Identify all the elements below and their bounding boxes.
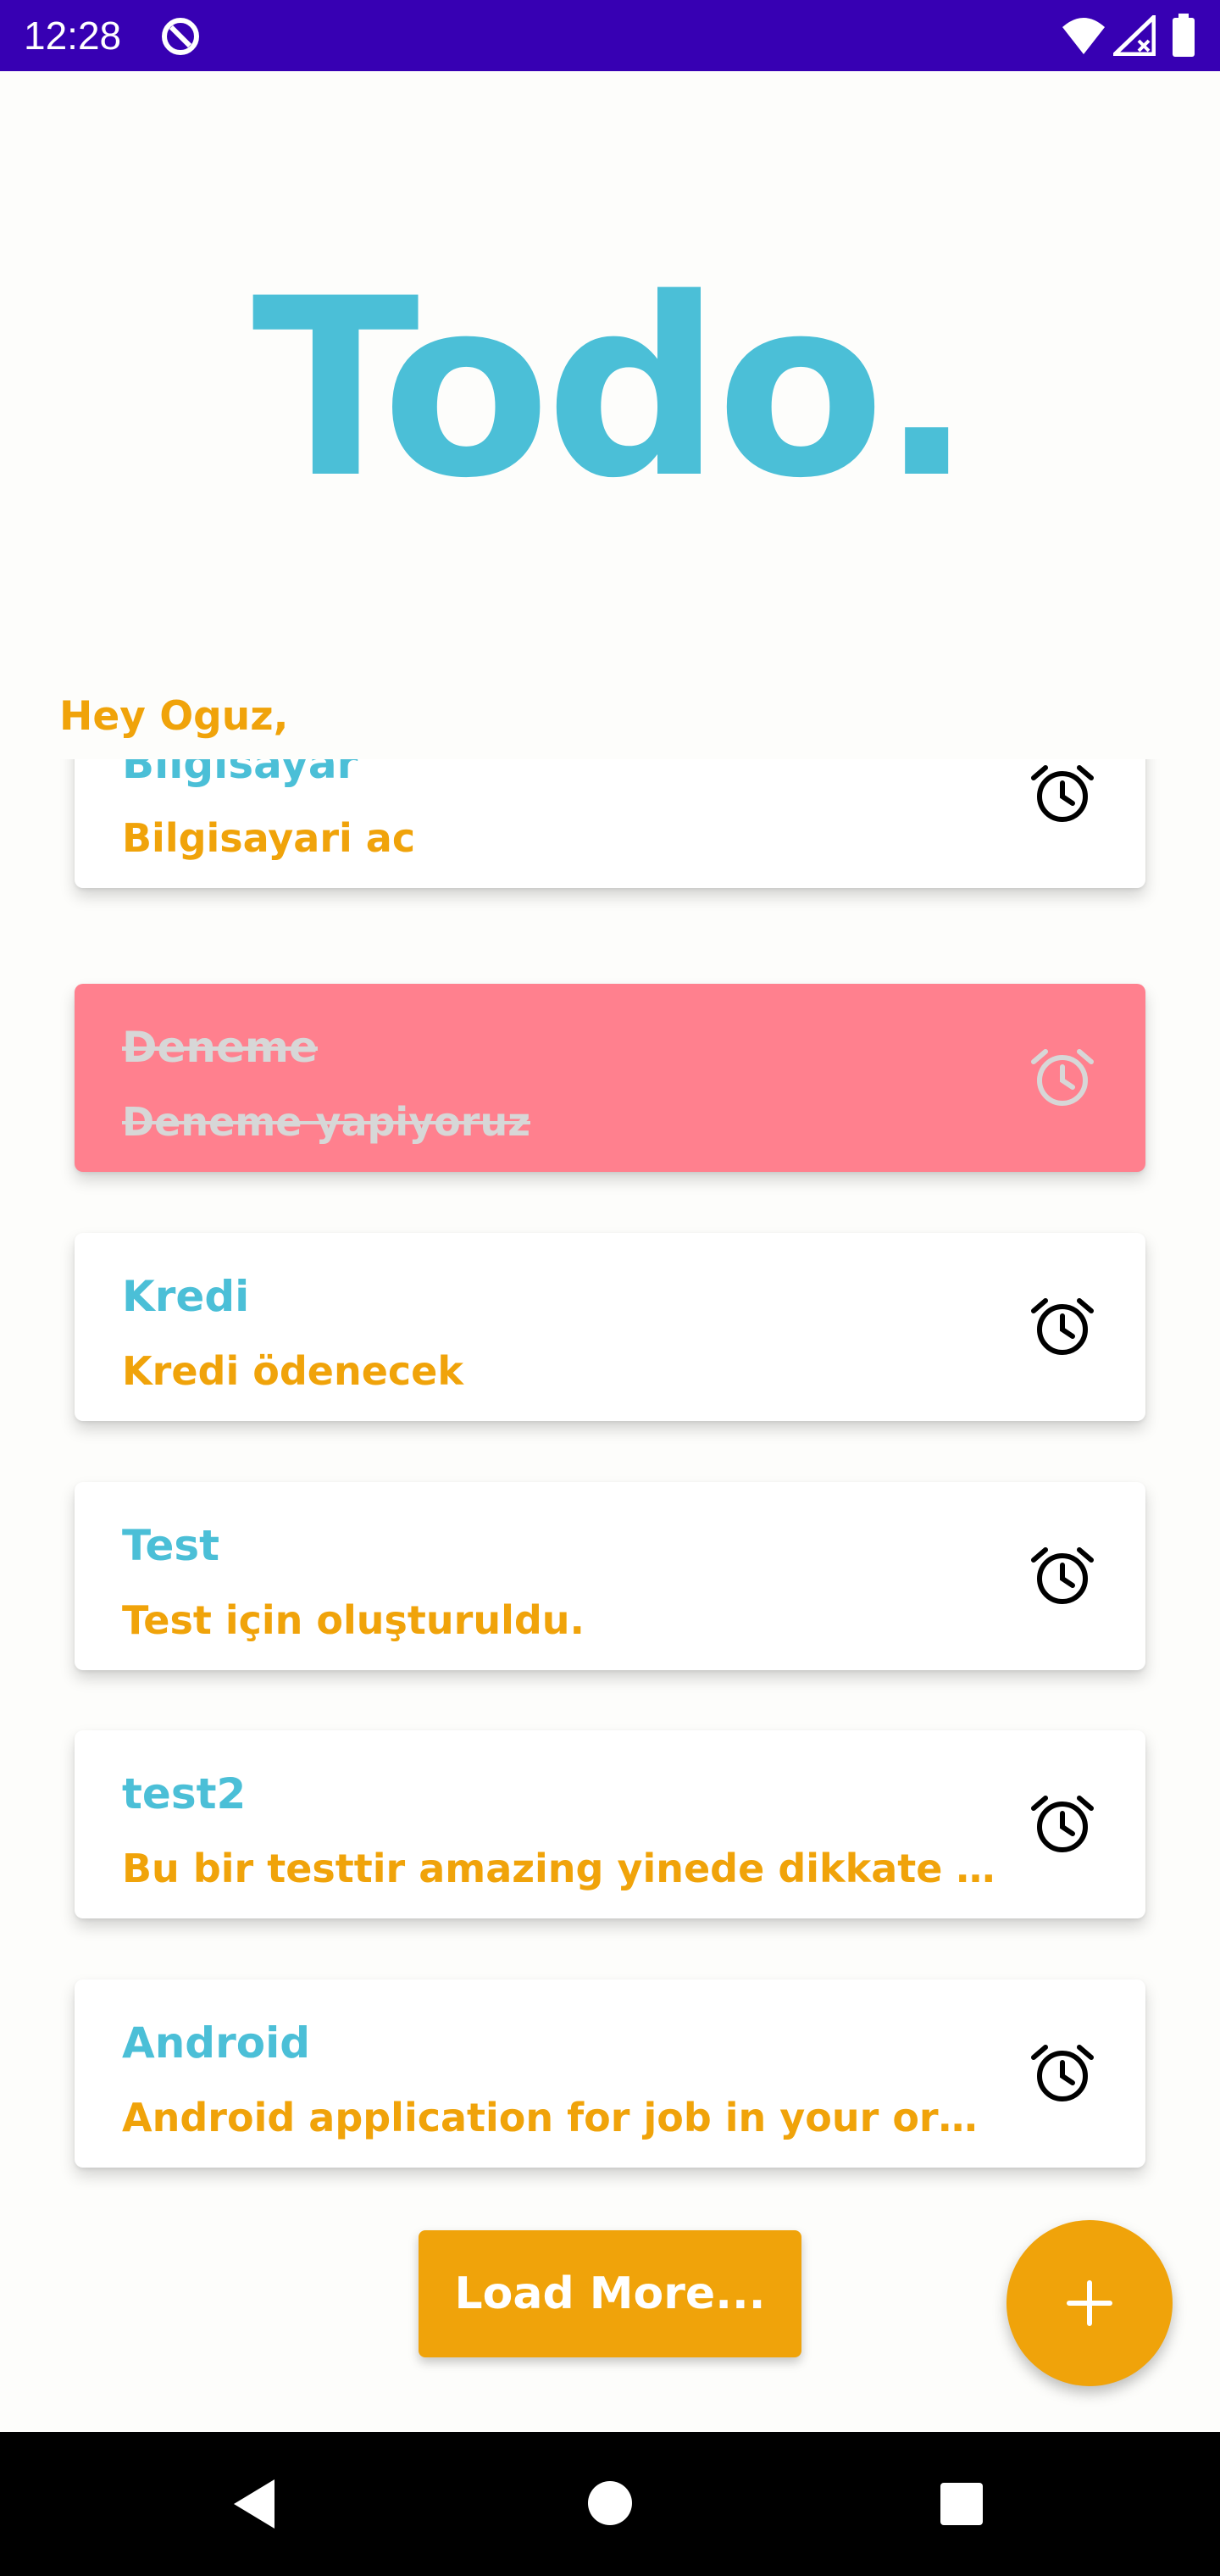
recents-icon[interactable] bbox=[939, 2481, 984, 2527]
alarm-clock-icon[interactable] bbox=[1029, 1541, 1096, 1609]
todo-description: Kredi ödenecek bbox=[122, 1348, 463, 1394]
add-todo-button[interactable] bbox=[1006, 2220, 1173, 2386]
alarm-clock-icon[interactable] bbox=[1029, 2039, 1096, 2107]
load-more-button[interactable]: Load More... bbox=[419, 2230, 801, 2357]
todo-title: Deneme bbox=[122, 1023, 318, 1072]
todo-description: Android application for job in your orga… bbox=[122, 2095, 1003, 2140]
todo-list[interactable]: Bilgisayar Bilgisayari ac Deneme Deneme … bbox=[0, 759, 1220, 2200]
signal-icon bbox=[1113, 15, 1156, 56]
todo-card[interactable]: Android Android application for job in y… bbox=[75, 1979, 1145, 2168]
todo-card[interactable]: test2 Bu bir testtir amazing yinede dikk… bbox=[75, 1730, 1145, 1918]
status-time: 12:28 bbox=[24, 14, 122, 58]
battery-icon bbox=[1173, 14, 1195, 57]
status-bar: 12:28 bbox=[0, 0, 1220, 71]
alarm-clock-icon[interactable] bbox=[1029, 1790, 1096, 1857]
todo-description: Bu bir testtir amazing yinede dikkate al… bbox=[122, 1846, 1003, 1891]
todo-title: test2 bbox=[122, 1769, 247, 1818]
navigation-bar bbox=[0, 2432, 1220, 2576]
alarm-clock-icon[interactable] bbox=[1029, 1292, 1096, 1360]
home-icon[interactable] bbox=[586, 2479, 634, 2527]
plus-icon bbox=[1067, 2280, 1112, 2326]
todo-title: Bilgisayar bbox=[122, 759, 358, 788]
todo-title: Android bbox=[122, 2018, 311, 2068]
app-notification-icon bbox=[162, 18, 199, 55]
todo-card-completed[interactable]: Deneme Deneme yapiyoruz bbox=[75, 984, 1145, 1172]
todo-description: Bilgisayari ac bbox=[122, 815, 416, 861]
todo-description: Deneme yapiyoruz bbox=[122, 1099, 530, 1145]
wifi-icon bbox=[1062, 18, 1105, 54]
alarm-clock-icon[interactable] bbox=[1029, 1043, 1096, 1111]
todo-title: Kredi bbox=[122, 1272, 250, 1321]
alarm-clock-icon[interactable] bbox=[1029, 759, 1096, 827]
app-title: Todo. bbox=[252, 247, 973, 532]
todo-card[interactable]: Test Test için oluşturuldu. bbox=[75, 1482, 1145, 1670]
todo-card[interactable]: Bilgisayar Bilgisayari ac bbox=[75, 759, 1145, 888]
greeting-text: Hey Oguz, bbox=[59, 693, 289, 740]
back-icon[interactable] bbox=[229, 2476, 280, 2532]
todo-card[interactable]: Kredi Kredi ödenecek bbox=[75, 1233, 1145, 1421]
todo-title: Test bbox=[122, 1521, 220, 1570]
todo-description: Test için oluşturuldu. bbox=[122, 1597, 585, 1643]
